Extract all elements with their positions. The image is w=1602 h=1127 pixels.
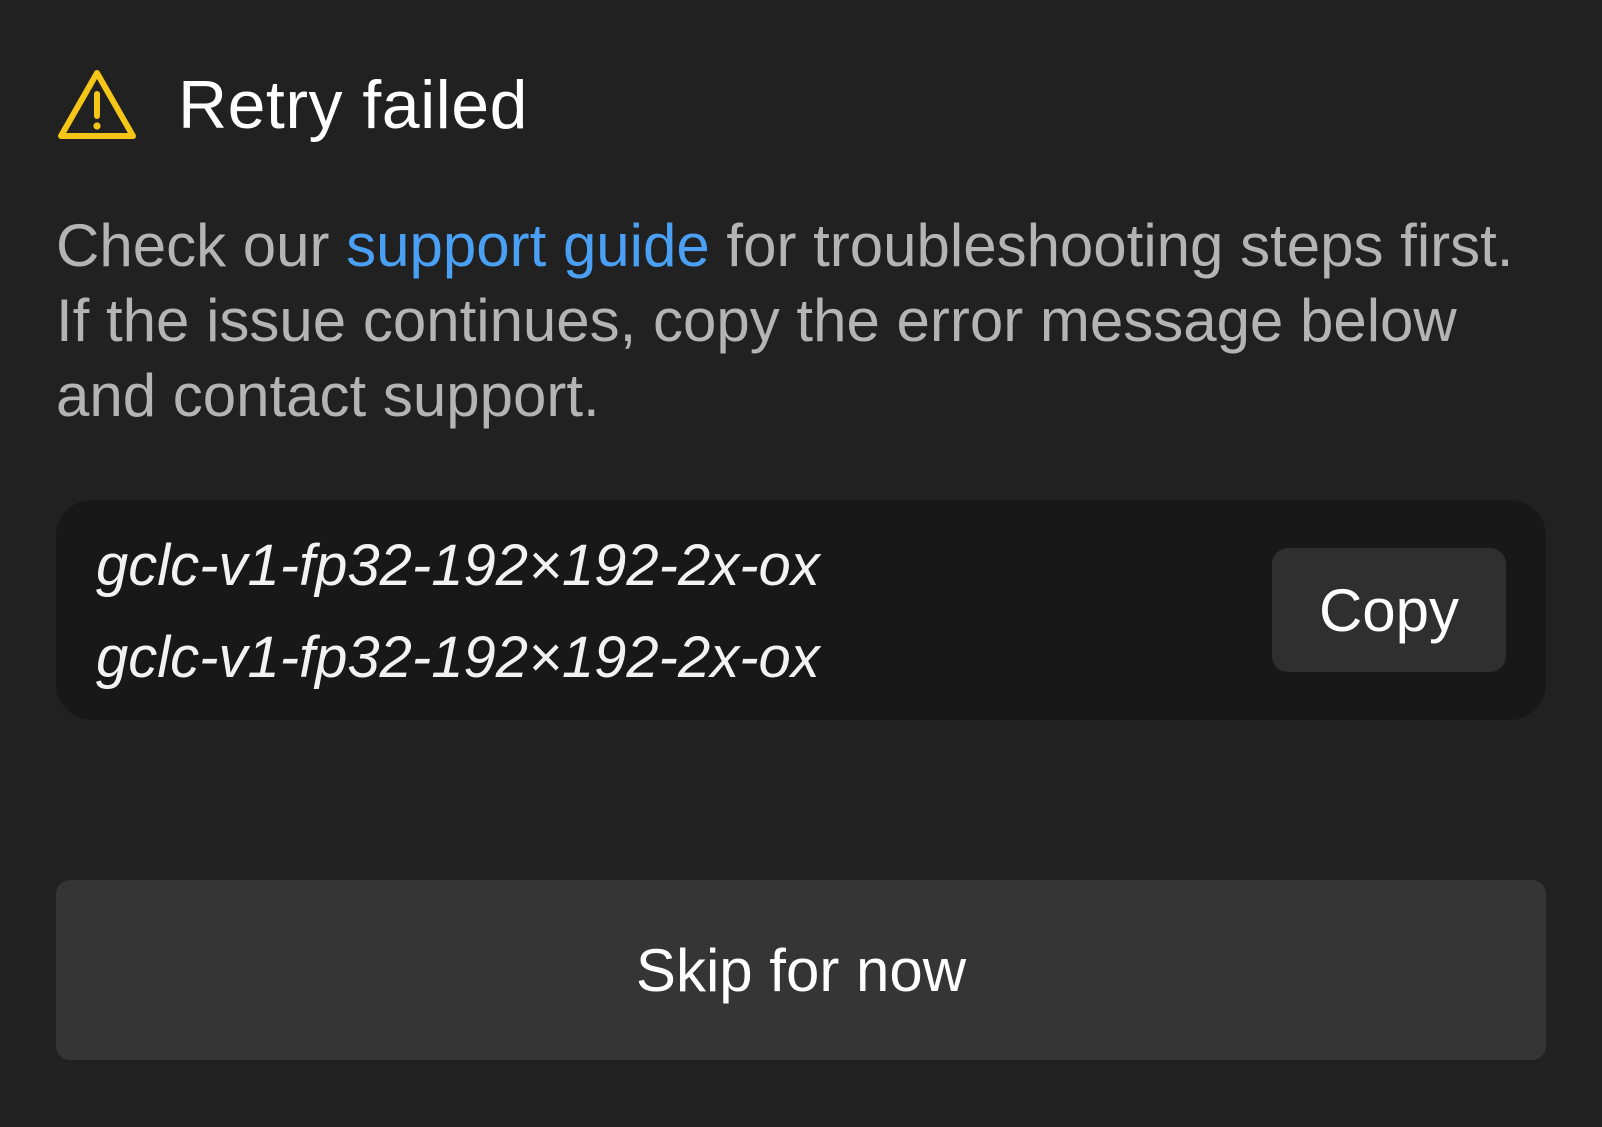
warning-triangle-icon <box>56 68 138 142</box>
dialog-description: Check our support guide for troubleshoot… <box>56 208 1546 433</box>
support-guide-link[interactable]: support guide <box>346 212 710 279</box>
copy-button[interactable]: Copy <box>1272 548 1506 672</box>
skip-for-now-button[interactable]: Skip for now <box>56 880 1546 1060</box>
retry-failed-dialog: Retry failed Check our support guide for… <box>0 0 1602 1127</box>
error-message-line: gclc-v1-fp32-192×192-2x-ox <box>96 533 820 598</box>
dialog-header: Retry failed <box>56 60 528 150</box>
dialog-title: Retry failed <box>178 67 528 143</box>
description-text-before-link: Check our <box>56 212 347 279</box>
error-message-box: gclc-v1-fp32-192×192-2x-ox gclc-v1-fp32-… <box>56 500 1546 720</box>
error-message-line: gclc-v1-fp32-192×192-2x-ox <box>96 625 820 690</box>
